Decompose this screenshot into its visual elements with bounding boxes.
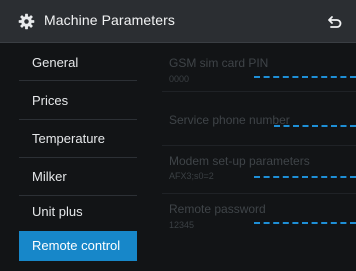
sidebar-item-label: Milker (32, 169, 67, 184)
modem-setup-value: AFX3;s0=2 (169, 171, 214, 181)
sidebar-item-remote-control[interactable]: Remote control (19, 231, 137, 261)
divider (19, 80, 137, 81)
sidebar-item-label: Prices (32, 93, 69, 108)
page-title: Machine Parameters (44, 12, 175, 28)
title-bar: Machine Parameters (0, 0, 356, 43)
divider (19, 119, 137, 120)
sidebar-item-prices[interactable]: Prices (19, 86, 137, 116)
sidebar-item-general[interactable]: General (19, 48, 137, 78)
service-phone-input[interactable] (274, 125, 356, 127)
modem-setup-input[interactable] (254, 176, 356, 178)
remote-password-input[interactable] (254, 222, 356, 224)
sidebar-item-unit-plus[interactable]: Unit plus (19, 197, 137, 227)
sidebar-item-temperature[interactable]: Temperature (19, 124, 137, 154)
divider (19, 157, 137, 158)
sidebar-item-label: Remote control (32, 238, 121, 253)
screen: Machine Parameters General Prices Temper… (0, 0, 356, 271)
gsm-pin-label: GSM sim card PIN (169, 56, 269, 70)
gsm-pin-value: 0000 (169, 74, 190, 84)
sidebar: General Prices Temperature Milker Unit p… (0, 43, 140, 271)
sidebar-item-label: Unit plus (32, 204, 83, 219)
divider (19, 195, 137, 196)
divider (162, 145, 356, 146)
remote-password-label: Remote password (169, 202, 266, 216)
divider (162, 193, 356, 194)
remote-password-value: 12345 (169, 220, 195, 230)
service-phone-label: Service phone number (169, 113, 290, 127)
divider (162, 91, 356, 92)
remote-control-panel: GSM sim card PIN 0000 Service phone numb… (140, 43, 356, 271)
sidebar-item-label: Temperature (32, 131, 105, 146)
modem-setup-label: Modem set-up parameters (169, 154, 310, 168)
sidebar-item-label: General (32, 55, 79, 70)
gear-icon (18, 13, 35, 30)
back-arrow-icon[interactable] (327, 14, 343, 30)
gsm-pin-input[interactable] (254, 76, 356, 78)
sidebar-item-milker[interactable]: Milker (19, 162, 137, 192)
